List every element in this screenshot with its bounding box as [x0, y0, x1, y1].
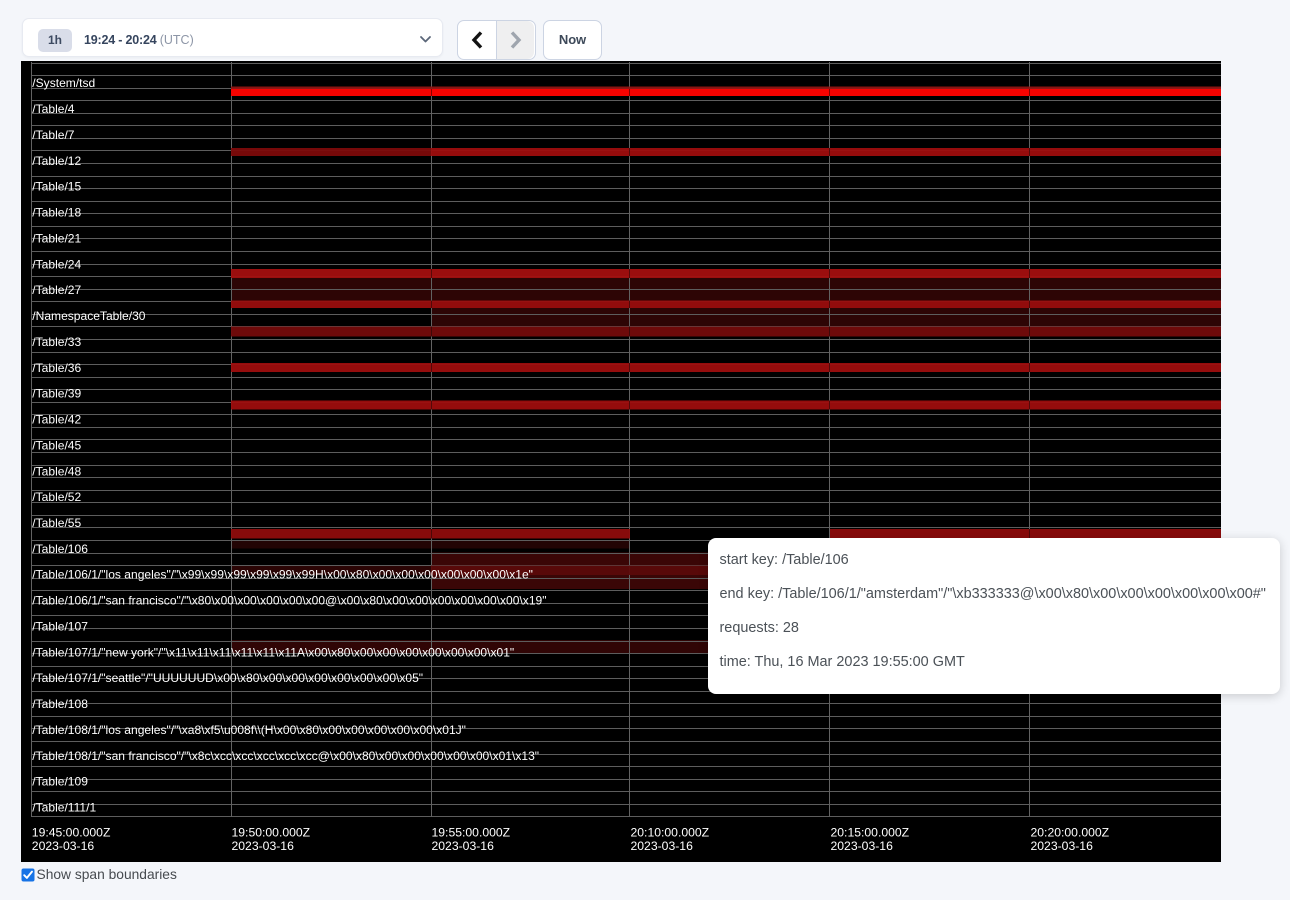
svg-text:/Table/108: /Table/108 [32, 697, 88, 711]
svg-text:/System/tsd: /System/tsd [32, 76, 95, 90]
svg-text:/Table/18: /Table/18 [32, 206, 81, 220]
svg-text:/Table/12: /Table/12 [32, 154, 81, 168]
svg-text:19:55:00.000Z: 19:55:00.000Z [432, 826, 511, 840]
svg-text:2023-03-16: 2023-03-16 [1031, 839, 1094, 853]
svg-text:/Table/4: /Table/4 [32, 102, 74, 116]
svg-text:/Table/55: /Table/55 [32, 516, 81, 530]
svg-text:20:15:00.000Z: 20:15:00.000Z [831, 826, 910, 840]
svg-text:/Table/106/1/"los angeles"/"\x: /Table/106/1/"los angeles"/"\x99\x99\x99… [32, 568, 533, 582]
svg-text:/Table/7: /Table/7 [32, 128, 74, 142]
svg-text:2023-03-16: 2023-03-16 [232, 839, 295, 853]
svg-text:19:50:00.000Z: 19:50:00.000Z [232, 826, 311, 840]
svg-text:/Table/52: /Table/52 [32, 490, 81, 504]
svg-text:/Table/24: /Table/24 [32, 257, 81, 271]
svg-text:2023-03-16: 2023-03-16 [432, 839, 495, 853]
svg-text:/Table/108/1/"los angeles"/"\x: /Table/108/1/"los angeles"/"\xa8\xf5\u00… [32, 723, 466, 737]
svg-text:/Table/33: /Table/33 [32, 335, 81, 349]
svg-text:2023-03-16: 2023-03-16 [32, 839, 95, 853]
svg-text:/Table/42: /Table/42 [32, 413, 81, 427]
svg-text:/Table/27: /Table/27 [32, 283, 81, 297]
svg-text:20:10:00.000Z: 20:10:00.000Z [631, 826, 710, 840]
svg-text:/Table/108/1/"san francisco"/": /Table/108/1/"san francisco"/"\x8c\xcc\x… [32, 749, 539, 763]
svg-text:/Table/36: /Table/36 [32, 361, 81, 375]
svg-text:20:20:00.000Z: 20:20:00.000Z [1031, 826, 1110, 840]
svg-text:/Table/109: /Table/109 [32, 775, 88, 789]
svg-text:/Table/106: /Table/106 [32, 542, 88, 556]
svg-text:/Table/21: /Table/21 [32, 231, 81, 245]
svg-text:/Table/111/1: /Table/111/1 [32, 801, 96, 815]
svg-text:/Table/39: /Table/39 [32, 387, 81, 401]
svg-text:2023-03-16: 2023-03-16 [631, 839, 694, 853]
svg-text:/Table/48: /Table/48 [32, 464, 81, 478]
svg-text:/Table/15: /Table/15 [32, 180, 81, 194]
svg-text:/Table/107/1/"new york"/"\x11\: /Table/107/1/"new york"/"\x11\x11\x11\x1… [32, 645, 514, 659]
svg-text:/Table/107: /Table/107 [32, 619, 88, 633]
svg-text:/Table/45: /Table/45 [32, 438, 81, 452]
svg-text:/NamespaceTable/30: /NamespaceTable/30 [32, 309, 145, 323]
svg-text:19:45:00.000Z: 19:45:00.000Z [32, 826, 111, 840]
svg-text:2023-03-16: 2023-03-16 [831, 839, 894, 853]
svg-text:/Table/106/1/"san francisco"/": /Table/106/1/"san francisco"/"\x80\x00\x… [32, 594, 546, 608]
svg-text:/Table/107/1/"seattle"/"UUUUUU: /Table/107/1/"seattle"/"UUUUUUD\x00\x80\… [32, 671, 423, 685]
